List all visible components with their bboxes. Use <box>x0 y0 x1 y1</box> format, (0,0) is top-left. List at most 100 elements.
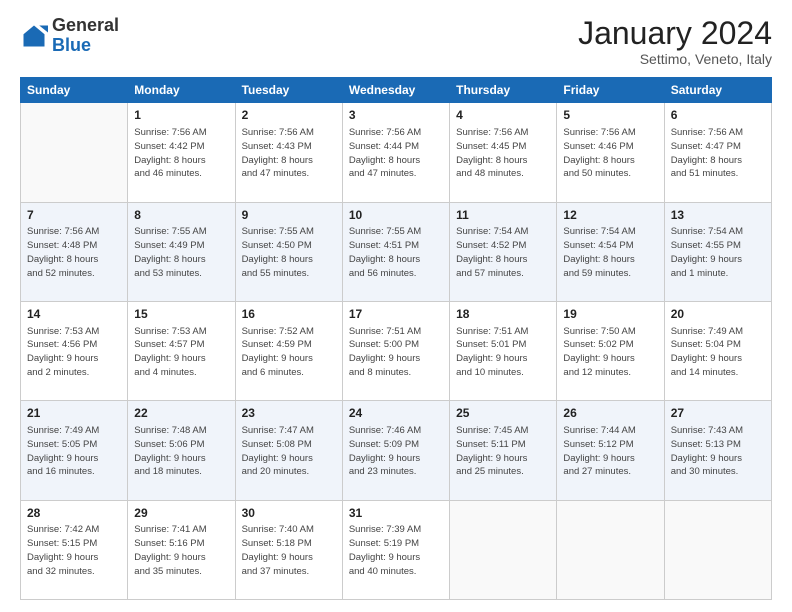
calendar-cell: 8Sunrise: 7:55 AMSunset: 4:49 PMDaylight… <box>128 202 235 301</box>
day-number: 23 <box>242 405 336 422</box>
day-info: Sunrise: 7:56 AMSunset: 4:46 PMDaylight:… <box>563 126 657 181</box>
day-number: 31 <box>349 505 443 522</box>
calendar-week-1: 1Sunrise: 7:56 AMSunset: 4:42 PMDaylight… <box>21 103 772 202</box>
day-number: 30 <box>242 505 336 522</box>
calendar-cell: 2Sunrise: 7:56 AMSunset: 4:43 PMDaylight… <box>235 103 342 202</box>
calendar-week-3: 14 Sunrise: 7:53 AMSunset: 4:56 PMDayligh… <box>21 301 772 400</box>
day-info: Sunrise: 7:55 AMSunset: 4:49 PMDaylight:… <box>134 225 228 280</box>
weekday-thursday: Thursday <box>450 78 557 103</box>
weekday-friday: Friday <box>557 78 664 103</box>
weekday-wednesday: Wednesday <box>342 78 449 103</box>
day-info: Sunrise: 7:47 AMSunset: 5:08 PMDaylight:… <box>242 424 336 479</box>
day-info: Sunrise: 7:53 AMSunset: 4:56 PMDaylight:… <box>27 325 121 380</box>
day-info: Sunrise: 7:56 AMSunset: 4:45 PMDaylight:… <box>456 126 550 181</box>
day-info: Sunrise: 7:49 AMSunset: 5:04 PMDaylight:… <box>671 325 765 380</box>
day-number: 26 <box>563 405 657 422</box>
day-number: 27 <box>671 405 765 422</box>
day-info: Sunrise: 7:39 AMSunset: 5:19 PMDaylight:… <box>349 523 443 578</box>
calendar-cell: 27 Sunrise: 7:43 AMSunset: 5:13 PMDayligh… <box>664 401 771 500</box>
day-number: 20 <box>671 306 765 323</box>
month-title: January 2024 <box>578 16 772 51</box>
day-info: Sunrise: 7:56 AMSunset: 4:43 PMDaylight:… <box>242 126 336 181</box>
day-info: Sunrise: 7:54 AMSunset: 4:54 PMDaylight:… <box>563 225 657 280</box>
day-number: 9 <box>242 207 336 224</box>
day-info: Sunrise: 7:53 AMSunset: 4:57 PMDaylight:… <box>134 325 228 380</box>
day-number: 21 <box>27 405 121 422</box>
day-info: Sunrise: 7:49 AMSunset: 5:05 PMDaylight:… <box>27 424 121 479</box>
title-block: January 2024 Settimo, Veneto, Italy <box>578 16 772 67</box>
day-info: Sunrise: 7:54 AMSunset: 4:52 PMDaylight:… <box>456 225 550 280</box>
calendar-table: SundayMondayTuesdayWednesdayThursdayFrid… <box>20 77 772 600</box>
calendar-cell: 31Sunrise: 7:39 AMSunset: 5:19 PMDayligh… <box>342 500 449 599</box>
day-number: 6 <box>671 107 765 124</box>
calendar-cell: 10Sunrise: 7:55 AMSunset: 4:51 PMDayligh… <box>342 202 449 301</box>
calendar-cell: 7Sunrise: 7:56 AMSunset: 4:48 PMDaylight… <box>21 202 128 301</box>
calendar-week-2: 7Sunrise: 7:56 AMSunset: 4:48 PMDaylight… <box>21 202 772 301</box>
day-number: 28 <box>27 505 121 522</box>
calendar-cell <box>21 103 128 202</box>
calendar-cell: 30Sunrise: 7:40 AMSunset: 5:18 PMDayligh… <box>235 500 342 599</box>
calendar-cell: 3Sunrise: 7:56 AMSunset: 4:44 PMDaylight… <box>342 103 449 202</box>
day-info: Sunrise: 7:56 AMSunset: 4:47 PMDaylight:… <box>671 126 765 181</box>
day-number: 10 <box>349 207 443 224</box>
day-info: Sunrise: 7:56 AMSunset: 4:44 PMDaylight:… <box>349 126 443 181</box>
day-info: Sunrise: 7:40 AMSunset: 5:18 PMDaylight:… <box>242 523 336 578</box>
day-number: 16 <box>242 306 336 323</box>
logo-icon <box>20 22 48 50</box>
day-number: 14 <box>27 306 121 323</box>
calendar-cell: 25 Sunrise: 7:45 AMSunset: 5:11 PMDayligh… <box>450 401 557 500</box>
calendar-cell: 14 Sunrise: 7:53 AMSunset: 4:56 PMDayligh… <box>21 301 128 400</box>
weekday-header-row: SundayMondayTuesdayWednesdayThursdayFrid… <box>21 78 772 103</box>
day-info: Sunrise: 7:42 AMSunset: 5:15 PMDaylight:… <box>27 523 121 578</box>
calendar-cell: 17 Sunrise: 7:51 AMSunset: 5:00 PMDayligh… <box>342 301 449 400</box>
day-number: 15 <box>134 306 228 323</box>
day-number: 25 <box>456 405 550 422</box>
calendar-cell <box>450 500 557 599</box>
calendar-cell: 23 Sunrise: 7:47 AMSunset: 5:08 PMDayligh… <box>235 401 342 500</box>
calendar-cell: 5 Sunrise: 7:56 AMSunset: 4:46 PMDaylight… <box>557 103 664 202</box>
calendar-cell: 11Sunrise: 7:54 AMSunset: 4:52 PMDayligh… <box>450 202 557 301</box>
calendar-cell: 29Sunrise: 7:41 AMSunset: 5:16 PMDayligh… <box>128 500 235 599</box>
calendar-week-4: 21 Sunrise: 7:49 AMSunset: 5:05 PMDayligh… <box>21 401 772 500</box>
calendar-cell: 19Sunrise: 7:50 AMSunset: 5:02 PMDayligh… <box>557 301 664 400</box>
day-info: Sunrise: 7:51 AMSunset: 5:00 PMDaylight:… <box>349 325 443 380</box>
calendar-cell: 4Sunrise: 7:56 AMSunset: 4:45 PMDaylight… <box>450 103 557 202</box>
calendar-cell: 20 Sunrise: 7:49 AMSunset: 5:04 PMDayligh… <box>664 301 771 400</box>
day-info: Sunrise: 7:52 AMSunset: 4:59 PMDaylight:… <box>242 325 336 380</box>
day-info: Sunrise: 7:45 AMSunset: 5:11 PMDaylight:… <box>456 424 550 479</box>
day-info: Sunrise: 7:55 AMSunset: 4:50 PMDaylight:… <box>242 225 336 280</box>
weekday-tuesday: Tuesday <box>235 78 342 103</box>
day-number: 17 <box>349 306 443 323</box>
calendar-cell: 26 Sunrise: 7:44 AMSunset: 5:12 PMDayligh… <box>557 401 664 500</box>
weekday-monday: Monday <box>128 78 235 103</box>
day-number: 11 <box>456 207 550 224</box>
day-number: 12 <box>563 207 657 224</box>
calendar-cell: 16 Sunrise: 7:52 AMSunset: 4:59 PMDayligh… <box>235 301 342 400</box>
day-info: Sunrise: 7:41 AMSunset: 5:16 PMDaylight:… <box>134 523 228 578</box>
calendar-cell: 24Sunrise: 7:46 AMSunset: 5:09 PMDayligh… <box>342 401 449 500</box>
day-number: 7 <box>27 207 121 224</box>
day-number: 24 <box>349 405 443 422</box>
day-info: Sunrise: 7:56 AMSunset: 4:42 PMDaylight:… <box>134 126 228 181</box>
day-info: Sunrise: 7:54 AMSunset: 4:55 PMDaylight:… <box>671 225 765 280</box>
weekday-sunday: Sunday <box>21 78 128 103</box>
day-info: Sunrise: 7:43 AMSunset: 5:13 PMDaylight:… <box>671 424 765 479</box>
calendar-week-5: 28Sunrise: 7:42 AMSunset: 5:15 PMDayligh… <box>21 500 772 599</box>
location-subtitle: Settimo, Veneto, Italy <box>578 51 772 67</box>
day-number: 5 <box>563 107 657 124</box>
calendar-cell: 13Sunrise: 7:54 AMSunset: 4:55 PMDayligh… <box>664 202 771 301</box>
calendar-cell: 21 Sunrise: 7:49 AMSunset: 5:05 PMDayligh… <box>21 401 128 500</box>
day-number: 8 <box>134 207 228 224</box>
calendar-cell <box>664 500 771 599</box>
day-number: 29 <box>134 505 228 522</box>
day-info: Sunrise: 7:48 AMSunset: 5:06 PMDaylight:… <box>134 424 228 479</box>
day-number: 22 <box>134 405 228 422</box>
logo-text: General Blue <box>52 16 119 56</box>
calendar-cell: 18Sunrise: 7:51 AMSunset: 5:01 PMDayligh… <box>450 301 557 400</box>
day-info: Sunrise: 7:50 AMSunset: 5:02 PMDaylight:… <box>563 325 657 380</box>
day-info: Sunrise: 7:44 AMSunset: 5:12 PMDaylight:… <box>563 424 657 479</box>
day-number: 18 <box>456 306 550 323</box>
calendar-cell <box>557 500 664 599</box>
calendar-cell: 28Sunrise: 7:42 AMSunset: 5:15 PMDayligh… <box>21 500 128 599</box>
calendar-cell: 6 Sunrise: 7:56 AMSunset: 4:47 PMDaylight… <box>664 103 771 202</box>
